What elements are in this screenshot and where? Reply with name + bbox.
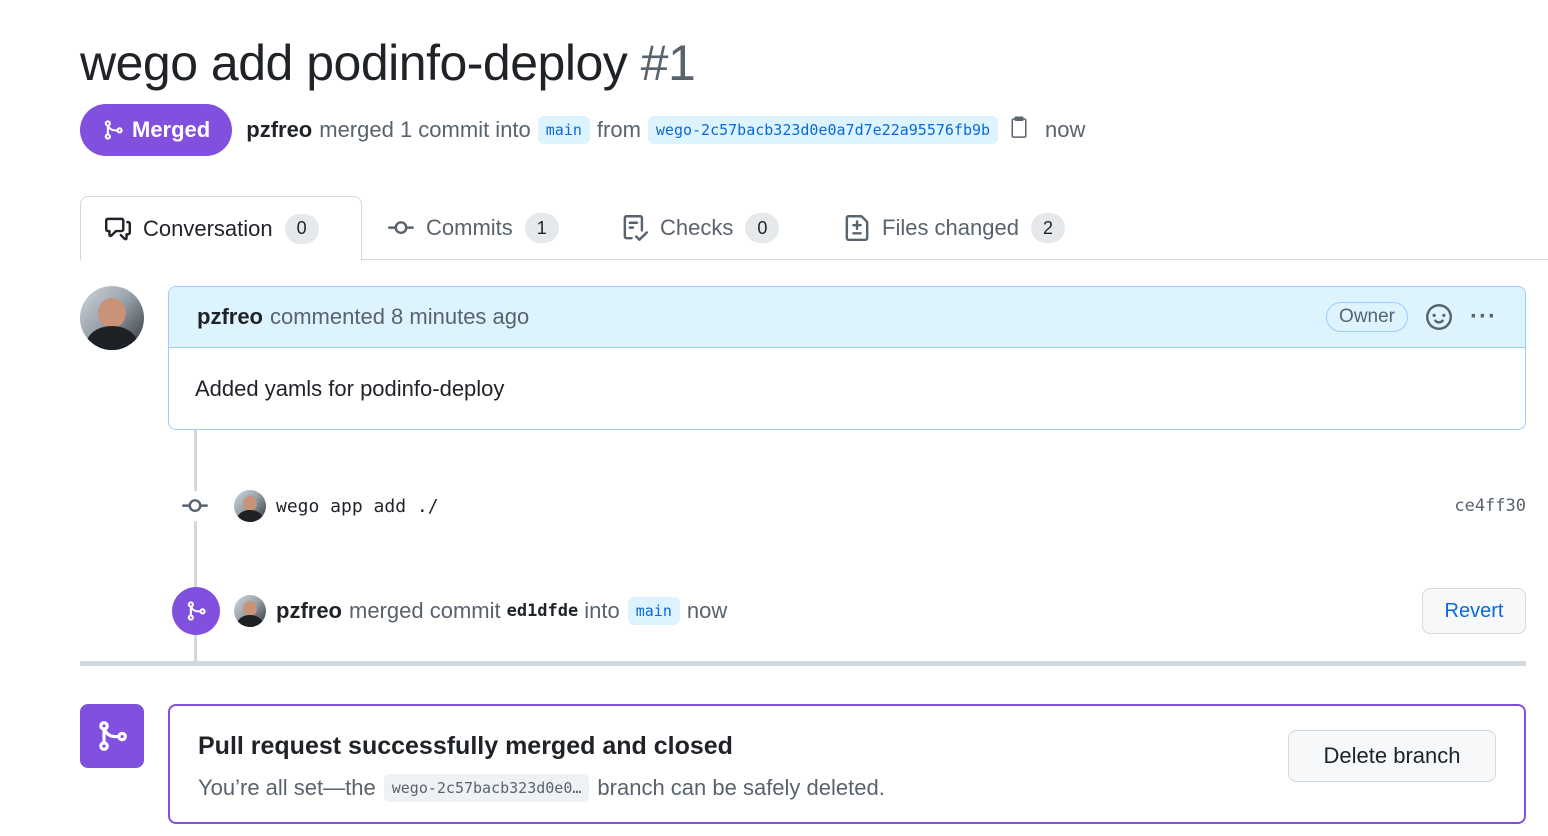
merged-status-subtext: You’re all set—the wego-2c57bacb323d0e0…… <box>198 774 885 802</box>
tab-checks[interactable]: Checks 0 <box>598 196 803 260</box>
tab-conversation[interactable]: Conversation 0 <box>80 196 362 261</box>
pr-tabs: Conversation 0 Commits 1 Checks 0 Files … <box>80 196 1548 261</box>
delete-branch-button[interactable]: Delete branch <box>1288 730 1496 782</box>
git-merge-icon <box>104 120 123 140</box>
merge-event-text: pzfreo merged commit ed1dfde into main n… <box>276 597 727 625</box>
merge-time: now <box>686 598 728 623</box>
kebab-horizontal-icon[interactable]: ··· <box>1470 303 1497 331</box>
timeline-break <box>80 661 1526 666</box>
tab-conversation-label: Conversation <box>143 215 273 241</box>
commit-sha-link[interactable]: ce4ff30 <box>1454 496 1526 516</box>
git-commit-icon <box>388 221 414 235</box>
merge-event: pzfreo merged commit ed1dfde into main n… <box>172 586 1526 636</box>
pr-title-text: wego add podinfo-deploy <box>80 35 628 91</box>
merged-state-badge: Merged <box>80 104 233 156</box>
tab-files-changed[interactable]: Files changed 2 <box>820 196 1089 260</box>
merge-text-2: into <box>584 598 620 623</box>
owner-badge: Owner <box>1326 302 1409 332</box>
pr-time: now <box>1045 117 1086 142</box>
tab-checks-label: Checks <box>660 215 734 240</box>
git-merge-icon <box>99 721 127 751</box>
head-branch-link[interactable]: wego-2c57bacb323d0e0a7d7e22a95576fb9b <box>647 116 999 144</box>
merged-status-icon <box>80 704 144 768</box>
file-diff-icon <box>845 215 869 241</box>
tab-conversation-count: 0 <box>284 213 319 244</box>
commit-row: wego app add ./ ce4ff30 <box>180 488 1526 524</box>
merge-event-badge <box>172 587 220 635</box>
avatar[interactable] <box>80 286 144 350</box>
merge-author-link[interactable]: pzfreo <box>276 598 342 624</box>
comment-header: pzfreo commented 8 minutes ago Owner ··· <box>169 287 1525 348</box>
pr-author-link[interactable]: pzfreo <box>246 117 312 143</box>
comment-meta[interactable]: commented 8 minutes ago <box>270 304 529 330</box>
copy-icon[interactable] <box>1007 114 1031 140</box>
git-merge-icon <box>187 601 206 621</box>
pr-number: #1 <box>640 35 696 91</box>
comment-body: Added yamls for podinfo-deploy <box>195 376 505 401</box>
pr-meta: Merged pzfreo merged 1 commit into main … <box>80 104 1085 156</box>
revert-button[interactable]: Revert <box>1422 588 1526 634</box>
merged-status-heading: Pull request successfully merged and clo… <box>198 732 733 760</box>
from-text: from <box>596 117 641 142</box>
merged-status-box: Pull request successfully merged and clo… <box>168 704 1526 824</box>
merged-sub-suffix: branch can be safely deleted. <box>597 775 885 800</box>
merged-sub-prefix: You’re all set—the <box>198 775 376 800</box>
tab-files-changed-label: Files changed <box>882 215 1019 240</box>
tab-commits-count: 1 <box>524 213 559 243</box>
smiley-icon[interactable] <box>1426 304 1453 330</box>
tab-checks-count: 0 <box>745 213 780 243</box>
merge-avatar[interactable] <box>234 595 266 627</box>
merge-text-1: merged commit <box>349 598 501 623</box>
comment-author-link[interactable]: pzfreo <box>197 304 263 330</box>
base-branch-link[interactable]: main <box>537 116 590 144</box>
tab-commits-label: Commits <box>426 215 513 240</box>
commit-message-link[interactable]: wego app add ./ <box>276 496 439 517</box>
git-commit-node-icon <box>180 491 210 521</box>
tab-commits[interactable]: Commits 1 <box>364 196 583 260</box>
checklist-icon <box>623 215 648 241</box>
merged-state-label: Merged <box>132 117 211 142</box>
comment-discussion-icon <box>105 217 131 240</box>
merge-branch-link[interactable]: main <box>627 597 680 625</box>
comment-box: pzfreo commented 8 minutes ago Owner ···… <box>168 286 1526 430</box>
commit-avatar[interactable] <box>234 490 266 522</box>
merged-text: merged 1 commit into <box>319 117 531 142</box>
merge-commit-sha-link[interactable]: ed1dfde <box>507 601 579 621</box>
tab-files-changed-count: 2 <box>1030 213 1065 243</box>
merged-branch-link[interactable]: wego-2c57bacb323d0e0… <box>383 774 590 802</box>
pr-title: wego add podinfo-deploy #1 <box>80 30 696 96</box>
